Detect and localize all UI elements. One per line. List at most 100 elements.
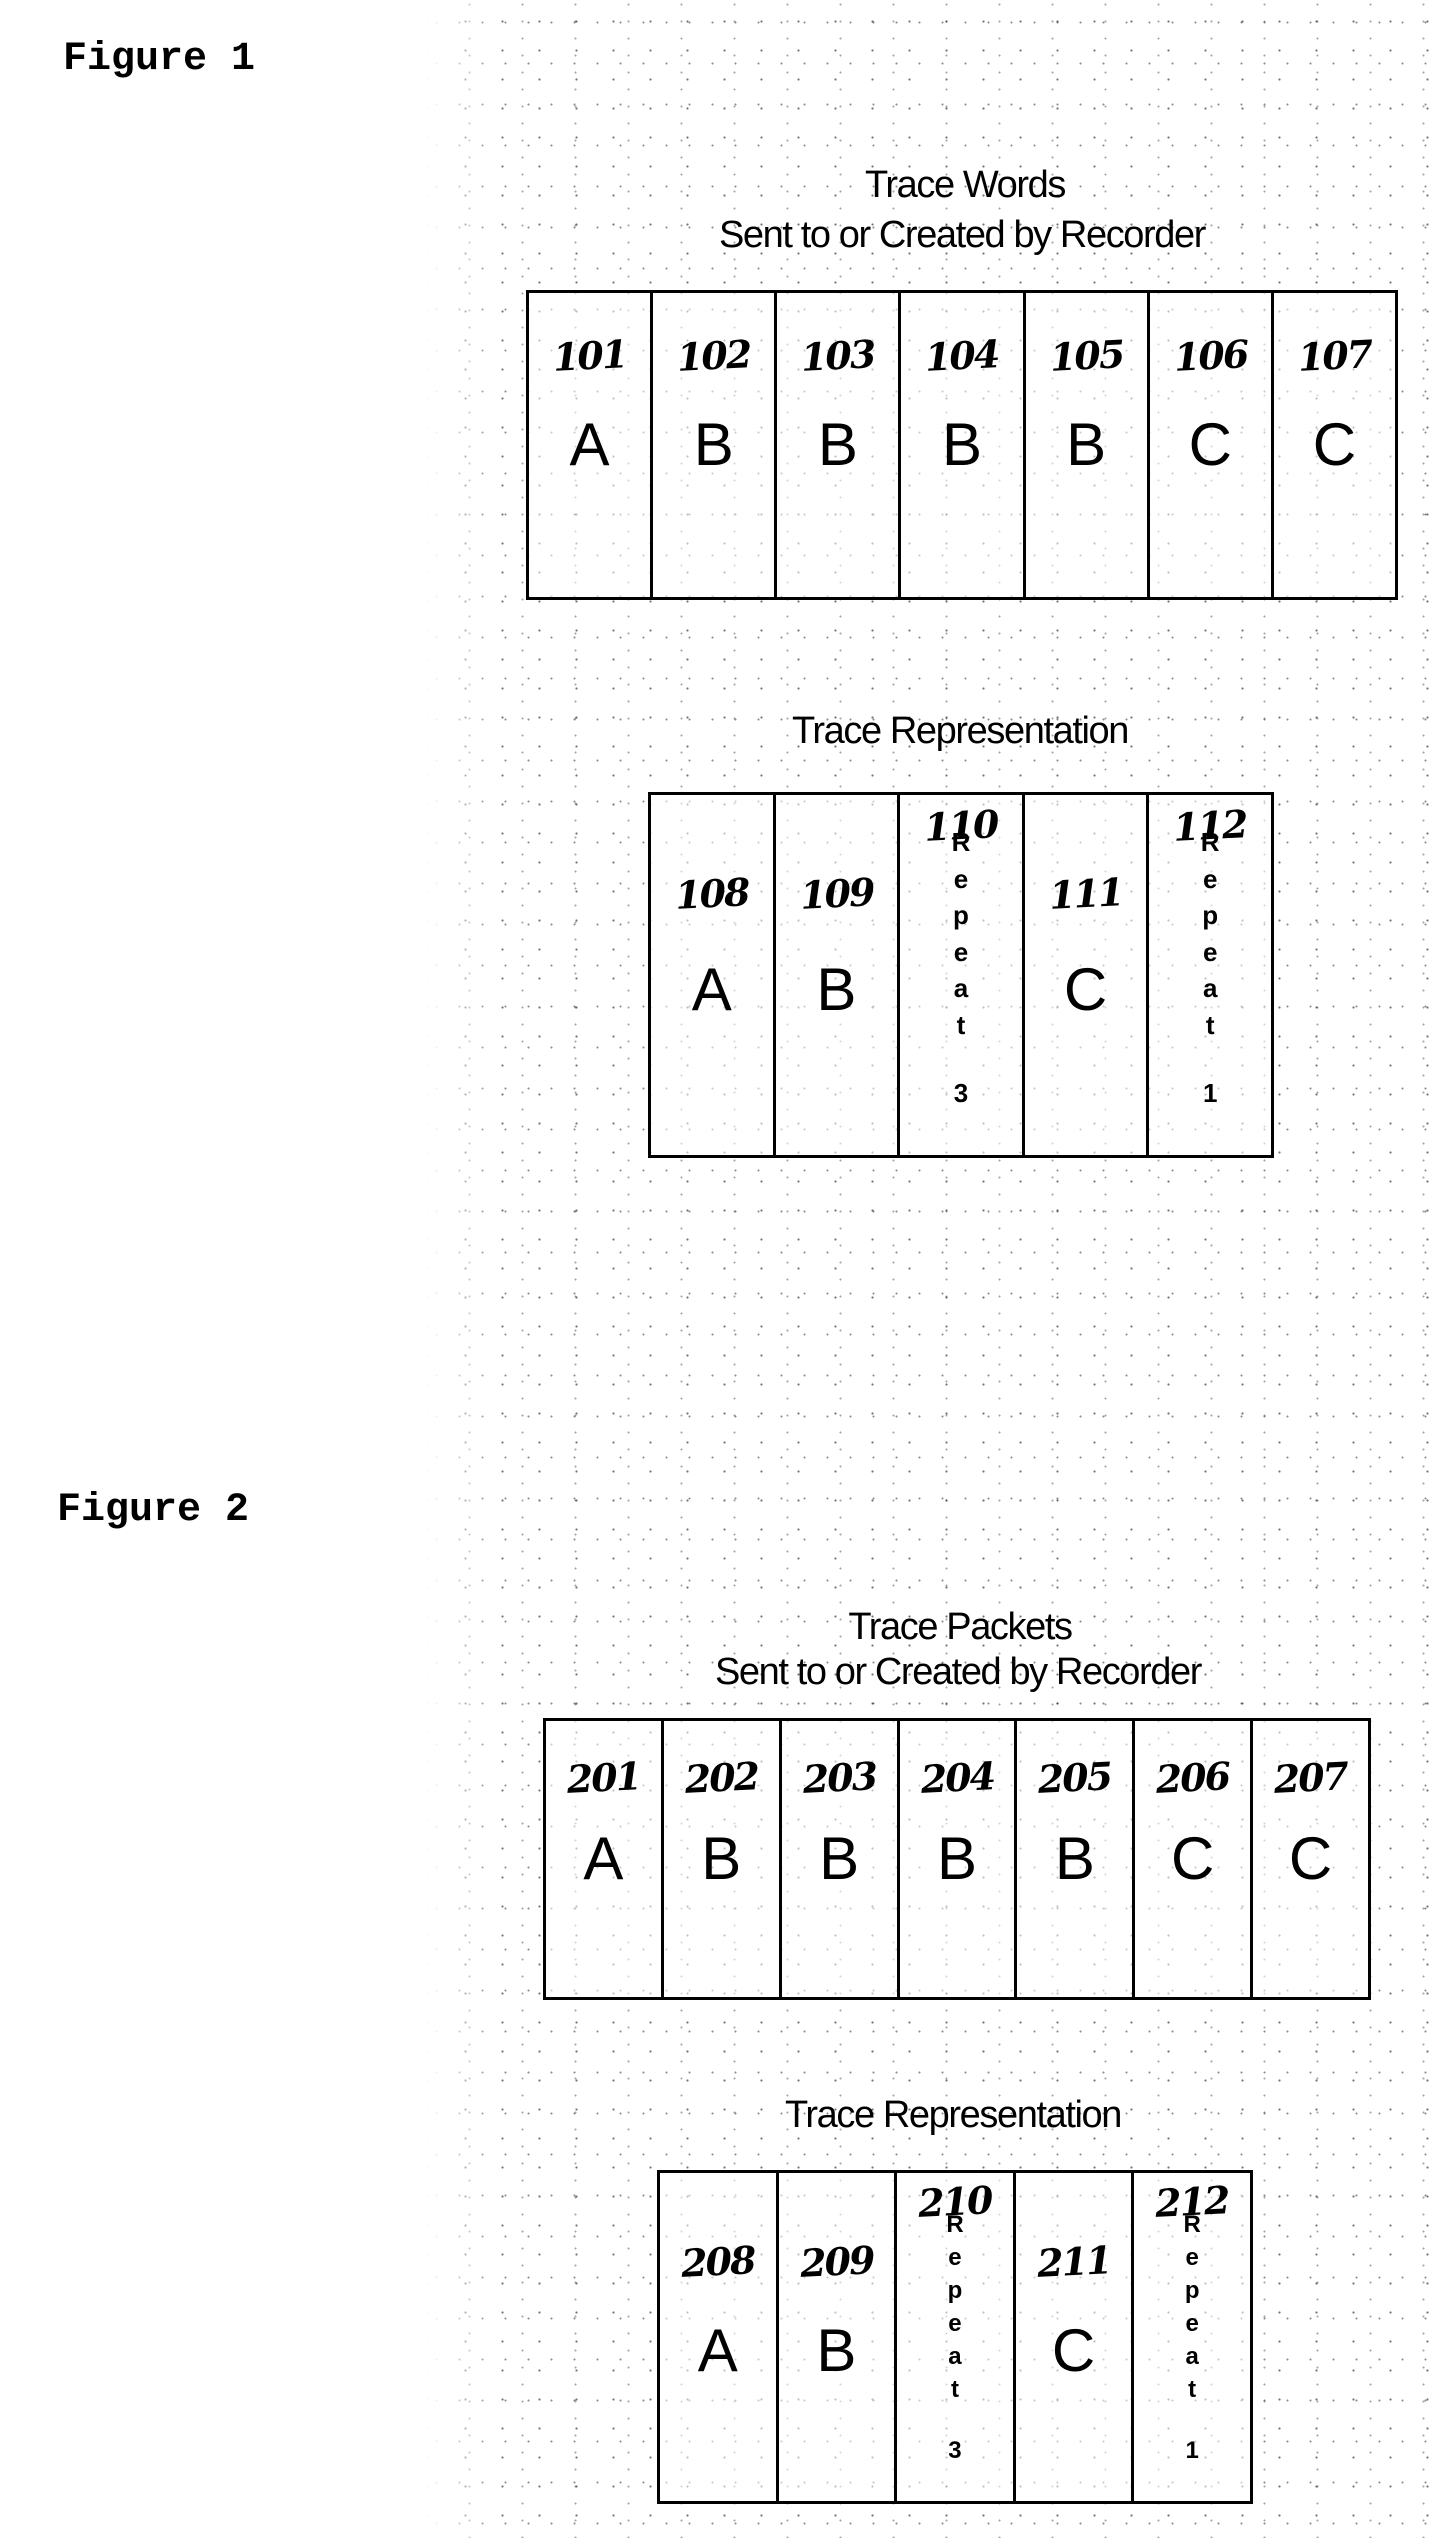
trace-representation-strip: 208 A 209 B 210 R e p e a t 3 211 C 212 R e… xyxy=(657,2170,1253,2504)
repeat-vertical-text: R e p e a t 3 xyxy=(900,829,1022,1117)
repeat-letter: e xyxy=(1185,2244,1199,2271)
trace-word-cell: 107 C xyxy=(1270,293,1395,597)
trace-words-title: Trace Words xyxy=(865,164,1066,206)
repeat-letter: e xyxy=(1202,936,1218,967)
reference-numeral: 105 xyxy=(1048,331,1124,380)
representation-cell: 111 C xyxy=(1021,795,1147,1155)
repeat-count: 1 xyxy=(1185,2437,1199,2464)
repeat-letter: a xyxy=(948,2343,962,2370)
trace-symbol: B xyxy=(936,1825,978,1892)
representation-cell: 109 B xyxy=(772,795,898,1155)
repeat-letter: e xyxy=(948,2310,962,2337)
trace-packet-cell: 203 B xyxy=(778,1721,897,1997)
repeat-letter: t xyxy=(950,2376,959,2403)
trace-word-cell: 101 A xyxy=(529,293,650,597)
repeat-letter: p xyxy=(1184,2277,1200,2304)
trace-packet-cell: 205 B xyxy=(1014,1721,1132,1997)
repeat-letter: e xyxy=(948,2244,962,2271)
trace-words-strip: 101 A 102 B 103 B 104 B 105 B 106 C 107 C xyxy=(526,290,1398,600)
trace-symbol: B xyxy=(816,956,857,1023)
trace-symbol: B xyxy=(819,1825,860,1892)
repeat-cell: 110 R e p e a t 3 xyxy=(897,795,1022,1155)
trace-representation-strip: 108 A 109 B 110 R e p e a t 3 111 C 112 R e… xyxy=(648,792,1274,1158)
reference-numeral: 201 xyxy=(565,1753,642,1802)
trace-symbol: C xyxy=(1063,956,1108,1023)
repeat-letter: t xyxy=(1188,2376,1197,2403)
figure-1-label: Figure 1 xyxy=(63,37,256,82)
trace-packet-cell: 206 C xyxy=(1132,1721,1250,1997)
trace-symbol: A xyxy=(691,956,732,1023)
trace-symbol: B xyxy=(817,411,858,478)
trace-symbol: B xyxy=(1054,1825,1095,1892)
reference-numeral: 107 xyxy=(1296,331,1373,380)
reference-numeral: 111 xyxy=(1047,869,1124,918)
trace-symbol: C xyxy=(1188,411,1232,478)
representation-cell: 108 A xyxy=(651,795,773,1155)
trace-symbol: C xyxy=(1051,2317,1096,2384)
reference-numeral: 104 xyxy=(924,331,1000,380)
repeat-letter: a xyxy=(1185,2343,1199,2370)
repeat-letter: p xyxy=(1202,900,1219,930)
trace-packet-cell: 207 C xyxy=(1250,1721,1368,1997)
trace-symbol: B xyxy=(701,1825,742,1892)
reference-numeral: 208 xyxy=(679,2237,756,2286)
reference-numeral: 205 xyxy=(1037,1753,1113,1802)
trace-symbol: B xyxy=(1066,411,1107,478)
trace-symbol: A xyxy=(583,1825,624,1892)
trace-symbol: C xyxy=(1312,411,1357,478)
repeat-letter: a xyxy=(953,973,969,1003)
trace-symbol: A xyxy=(569,411,610,478)
trace-word-cell: 104 B xyxy=(898,293,1022,597)
trace-representation-title: Trace Representation xyxy=(784,2094,1122,2136)
page-margin xyxy=(0,0,500,2538)
reference-numeral: 101 xyxy=(551,331,628,380)
reference-numeral: 202 xyxy=(683,1753,760,1802)
repeat-cell: 112 R e p e a t 1 xyxy=(1146,795,1271,1155)
trace-packets-title: Trace Packets xyxy=(848,1606,1073,1648)
reference-numeral: 206 xyxy=(1154,1753,1231,1802)
trace-symbol: A xyxy=(697,2317,738,2384)
repeat-letter: a xyxy=(1202,973,1218,1003)
repeat-letter: R xyxy=(946,2211,964,2238)
trace-word-cell: 106 C xyxy=(1146,293,1271,597)
repeat-count: 3 xyxy=(953,1078,969,1108)
reference-numeral: 108 xyxy=(673,869,750,918)
figure-2-label: Figure 2 xyxy=(57,1488,250,1533)
repeat-letter: p xyxy=(953,900,969,930)
trace-symbol: B xyxy=(941,411,982,478)
reference-numeral: 102 xyxy=(675,331,752,380)
reference-numeral: 209 xyxy=(798,2237,875,2286)
repeat-vertical-text: R e p e a t 1 xyxy=(1134,2213,1250,2472)
repeat-letter: t xyxy=(1205,1009,1215,1040)
repeat-count: 3 xyxy=(948,2437,962,2464)
trace-packets-subtitle: Sent to or Created by Recorder xyxy=(714,1651,1202,1693)
representation-cell: 211 C xyxy=(1012,2173,1132,2501)
representation-cell: 208 A xyxy=(660,2173,776,2501)
repeat-count: 1 xyxy=(1202,1078,1218,1108)
trace-word-cell: 105 B xyxy=(1022,293,1147,597)
trace-symbol: B xyxy=(816,2317,857,2384)
trace-words-subtitle: Sent to or Created by Recorder xyxy=(718,214,1206,256)
repeat-letter: p xyxy=(947,2277,963,2304)
repeat-letter: R xyxy=(1183,2211,1201,2238)
trace-packets-strip: 201 A 202 B 203 B 204 B 205 B 206 C 207 C xyxy=(543,1718,1371,2000)
repeat-letter: R xyxy=(1200,827,1220,857)
repeat-letter: t xyxy=(956,1009,966,1040)
reference-numeral: 203 xyxy=(801,1753,877,1802)
reference-numeral: 207 xyxy=(1272,1753,1349,1802)
repeat-letter: e xyxy=(953,863,969,894)
repeat-cell: 210 R e p e a t 3 xyxy=(894,2173,1013,2501)
trace-representation-title: Trace Representation xyxy=(791,710,1129,752)
trace-symbol: B xyxy=(693,411,734,478)
representation-cell: 209 B xyxy=(775,2173,895,2501)
repeat-vertical-text: R e p e a t 3 xyxy=(897,2213,1013,2472)
repeat-letter: e xyxy=(1202,863,1218,894)
repeat-letter: e xyxy=(1185,2310,1199,2337)
reference-numeral: 103 xyxy=(800,331,876,380)
repeat-letter: R xyxy=(951,827,971,857)
trace-symbol: C xyxy=(1171,1825,1215,1892)
trace-packet-cell: 204 B xyxy=(896,1721,1015,1997)
trace-word-cell: 102 B xyxy=(650,293,774,597)
reference-numeral: 211 xyxy=(1035,2237,1112,2286)
trace-packet-cell: 201 A xyxy=(546,1721,661,1997)
